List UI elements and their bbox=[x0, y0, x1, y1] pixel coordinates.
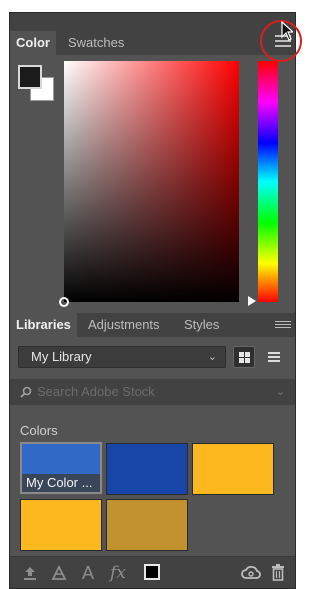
tab-swatches[interactable]: Swatches bbox=[62, 31, 130, 55]
search-icon bbox=[20, 386, 32, 398]
library-color-swatch[interactable] bbox=[106, 443, 188, 495]
photoshop-panel-stack: Color Swatches Libraries Adjustments Sty… bbox=[9, 12, 296, 589]
hue-slider-pointer-icon[interactable] bbox=[248, 296, 256, 306]
panel-header-strip bbox=[10, 13, 295, 31]
stock-search-bar[interactable]: Search Adobe Stock ⌄ bbox=[10, 379, 295, 405]
grid-icon bbox=[239, 352, 244, 357]
list-view-button[interactable] bbox=[263, 346, 285, 368]
library-color-swatch[interactable] bbox=[20, 499, 102, 551]
add-fill-color-icon[interactable] bbox=[144, 564, 160, 580]
foreground-color-swatch[interactable] bbox=[18, 65, 42, 89]
list-icon bbox=[268, 352, 280, 354]
search-placeholder: Search Adobe Stock bbox=[37, 384, 155, 399]
library-color-swatch[interactable]: My Color ... bbox=[20, 442, 102, 494]
tab-color[interactable]: Color bbox=[10, 31, 56, 55]
tab-styles[interactable]: Styles bbox=[178, 313, 225, 337]
swatch-label: My Color ... bbox=[22, 474, 100, 492]
mouse-cursor-icon bbox=[281, 21, 293, 41]
library-select[interactable]: My Library ⌄ bbox=[18, 346, 226, 368]
creative-cloud-sync-icon[interactable] bbox=[241, 564, 261, 582]
upload-icon[interactable] bbox=[22, 565, 38, 581]
library-select-value: My Library bbox=[31, 349, 92, 364]
delete-icon[interactable] bbox=[271, 564, 285, 581]
hue-slider[interactable] bbox=[258, 61, 278, 302]
chevron-down-icon[interactable]: ⌄ bbox=[276, 379, 285, 405]
grid-view-button[interactable] bbox=[233, 346, 255, 368]
chevron-down-icon: ⌄ bbox=[207, 351, 217, 363]
library-color-swatch[interactable] bbox=[192, 443, 274, 495]
color-picker-marker[interactable] bbox=[59, 297, 69, 307]
libraries-bottom-toolbar: A fx bbox=[10, 556, 295, 588]
color-saturation-field[interactable] bbox=[59, 61, 239, 307]
add-graphic-icon[interactable] bbox=[50, 565, 68, 581]
color-panel-tabs: Color Swatches bbox=[10, 31, 295, 55]
libraries-panel-tabs: Libraries Adjustments Styles bbox=[10, 313, 295, 337]
library-color-swatch[interactable] bbox=[106, 499, 188, 551]
menu-icon bbox=[275, 321, 291, 322]
add-layer-style-icon[interactable]: fx bbox=[110, 563, 126, 583]
colors-section-title: Colors bbox=[20, 423, 58, 438]
tab-adjustments[interactable]: Adjustments bbox=[82, 313, 166, 337]
tab-libraries[interactable]: Libraries bbox=[10, 313, 77, 337]
add-character-style-icon[interactable]: A bbox=[82, 563, 94, 583]
libraries-panel-menu-button[interactable] bbox=[275, 321, 291, 337]
